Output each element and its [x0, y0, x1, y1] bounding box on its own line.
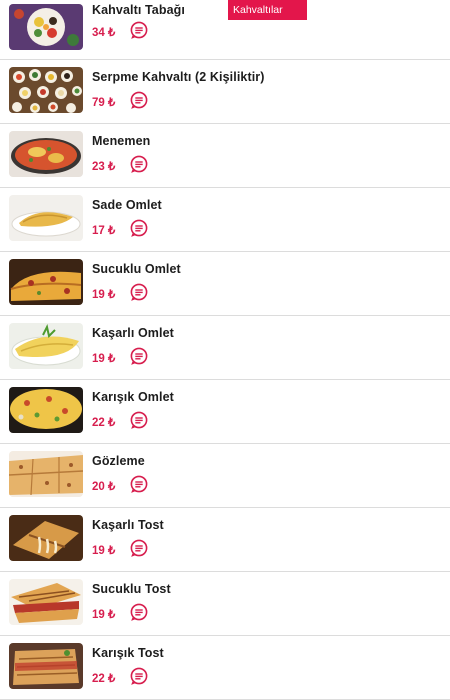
item-price: 19 ₺	[92, 545, 116, 557]
item-name: Kaşarlı Omlet	[92, 326, 174, 340]
message-lines-icon[interactable]	[130, 411, 148, 429]
menu-item[interactable]: Sucuklu Tost 19 ₺	[0, 572, 450, 636]
item-name: Sucuklu Omlet	[92, 262, 181, 276]
mixed-toast-photo	[9, 643, 83, 689]
item-price: 20 ₺	[92, 481, 116, 493]
menu-item[interactable]: Karışık Omlet 22 ₺	[0, 380, 450, 444]
item-price: 22 ₺	[92, 673, 116, 685]
message-lines-icon[interactable]	[130, 347, 148, 365]
item-price: 19 ₺	[92, 353, 116, 365]
cheese-omelette-photo	[9, 323, 83, 369]
item-price: 19 ₺	[92, 609, 116, 621]
item-name: Serpme Kahvaltı (2 Kişiliktir)	[92, 70, 265, 84]
item-name: Kahvaltı Tabağı	[92, 3, 185, 17]
item-name: Menemen	[92, 134, 151, 148]
message-lines-icon[interactable]	[130, 539, 148, 557]
message-lines-icon[interactable]	[130, 283, 148, 301]
item-price: 22 ₺	[92, 417, 116, 429]
menu-item[interactable]: Gözleme 20 ₺	[0, 444, 450, 508]
menu-item[interactable]: Karışık Tost 22 ₺	[0, 636, 450, 700]
item-name: Karışık Tost	[92, 646, 164, 660]
item-price: 34 ₺	[92, 27, 116, 39]
item-name: Gözleme	[92, 454, 145, 468]
message-lines-icon[interactable]	[130, 475, 148, 493]
menu-item[interactable]: Sade Omlet 17 ₺	[0, 188, 450, 252]
menu-item[interactable]: Menemen 23 ₺	[0, 124, 450, 188]
sucuk-omelette-photo	[9, 259, 83, 305]
menemen-photo	[9, 131, 83, 177]
menu-item[interactable]: Sucuklu Omlet 19 ₺	[0, 252, 450, 316]
message-lines-icon[interactable]	[130, 219, 148, 237]
menu-item[interactable]: Kaşarlı Tost 19 ₺	[0, 508, 450, 572]
item-name: Karışık Omlet	[92, 390, 174, 404]
item-name: Sade Omlet	[92, 198, 162, 212]
cheese-toast-photo	[9, 515, 83, 561]
message-lines-icon[interactable]	[130, 155, 148, 173]
message-lines-icon[interactable]	[130, 91, 148, 109]
menu-item[interactable]: Kaşarlı Omlet 19 ₺	[0, 316, 450, 380]
mixed-omelette-photo	[9, 387, 83, 433]
menu-item[interactable]: Kahvaltı Tabağı 34 ₺	[0, 0, 450, 60]
menu-item[interactable]: Serpme Kahvaltı (2 Kişiliktir) 79 ₺	[0, 60, 450, 124]
item-price: 17 ₺	[92, 225, 116, 237]
message-lines-icon[interactable]	[130, 21, 148, 39]
spread-breakfast-photo	[9, 67, 83, 113]
item-name: Sucuklu Tost	[92, 582, 171, 596]
breakfast-plate-photo	[9, 4, 83, 50]
message-lines-icon[interactable]	[130, 603, 148, 621]
menu-list: Kahvaltı Tabağı 34 ₺ Serpme Kahvaltı (2 …	[0, 0, 450, 700]
item-price: 79 ₺	[92, 97, 116, 109]
message-lines-icon[interactable]	[130, 667, 148, 685]
plain-omelette-photo	[9, 195, 83, 241]
gozleme-photo	[9, 451, 83, 497]
category-tag[interactable]: Kahvaltılar	[228, 0, 307, 20]
sucuk-toast-photo	[9, 579, 83, 625]
item-name: Kaşarlı Tost	[92, 518, 164, 532]
item-price: 19 ₺	[92, 289, 116, 301]
item-price: 23 ₺	[92, 161, 116, 173]
